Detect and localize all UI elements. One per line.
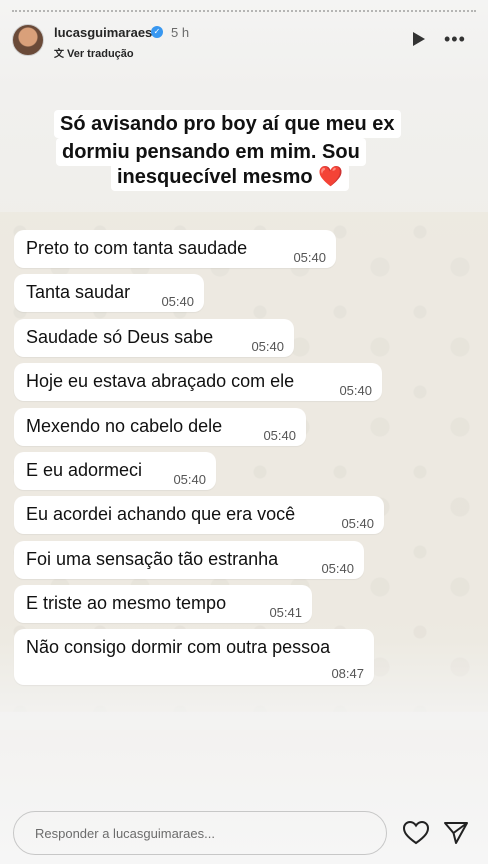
caption-line-3: inesquecível mesmo ❤️ <box>111 163 350 191</box>
message-text: Preto to com tanta saudade <box>26 238 248 258</box>
message-bubble: Não consigo dormir com outra pessoa 08:4… <box>14 629 374 685</box>
message-text: Mexendo no cabelo dele <box>26 416 223 436</box>
username[interactable]: lucasguimaraes <box>54 25 152 40</box>
translate-link[interactable]: 文 Ver tradução <box>54 45 134 60</box>
caption-line-1: Só avisando pro boy aí que meu ex <box>54 110 401 138</box>
translate-icon: 文 <box>54 49 64 60</box>
send-icon[interactable] <box>442 820 470 846</box>
caption-line-2: dormiu pensando em mim. Sou <box>56 138 366 166</box>
more-options-icon[interactable]: ••• <box>444 30 466 48</box>
message-bubble: Eu acordei achando que era você 05:40 <box>14 496 384 534</box>
message-bubble: E triste ao mesmo tempo 05:41 <box>14 585 312 623</box>
heart-icon[interactable] <box>402 820 430 846</box>
story-progress-bar <box>12 10 476 14</box>
message-bubble: Hoje eu estava abraçado com ele 05:40 <box>14 363 382 401</box>
message-time: 05:40 <box>173 472 206 487</box>
caption-line-3-text: inesquecível mesmo <box>117 166 313 188</box>
message-text: E eu adormeci <box>26 460 143 480</box>
message-time: 05:40 <box>321 561 354 576</box>
message-text: Eu acordei achando que era você <box>26 504 296 524</box>
message-text: Não consigo dormir com outra pessoa <box>26 637 331 657</box>
message-time: 05:40 <box>263 428 296 443</box>
message-bubble: Foi uma sensação tão estranha 05:40 <box>14 541 364 579</box>
message-bubble: Tanta saudar 05:40 <box>14 274 204 312</box>
message-bubble: E eu adormeci 05:40 <box>14 452 216 490</box>
story-viewer: lucasguimaraes ✓ 5 h 文 Ver tradução ••• S… <box>0 0 488 864</box>
translate-label: Ver tradução <box>67 48 134 60</box>
message-time: 05:40 <box>251 339 284 354</box>
reply-placeholder: Responder a lucasguimaraes... <box>35 826 215 841</box>
message-bubble: Preto to com tanta saudade 05:40 <box>14 230 336 268</box>
message-time: 08:47 <box>331 666 364 681</box>
reply-input[interactable]: Responder a lucasguimaraes... <box>13 811 387 855</box>
post-time: 5 h <box>171 25 190 40</box>
message-bubble: Saudade só Deus sabe 05:40 <box>14 319 294 357</box>
heart-emoji: ❤️ <box>318 166 344 188</box>
message-time: 05:40 <box>341 516 374 531</box>
message-bubble: Mexendo no cabelo dele 05:40 <box>14 408 306 446</box>
message-text: Hoje eu estava abraçado com ele <box>26 371 295 391</box>
avatar[interactable] <box>12 24 44 56</box>
message-time: 05:40 <box>293 250 326 265</box>
play-icon[interactable] <box>413 32 425 46</box>
message-time: 05:40 <box>339 383 372 398</box>
message-text: Tanta saudar <box>26 282 131 302</box>
message-time: 05:41 <box>269 605 302 620</box>
message-time: 05:40 <box>161 294 194 309</box>
message-text: E triste ao mesmo tempo <box>26 593 227 613</box>
message-text: Foi uma sensação tão estranha <box>26 549 279 569</box>
message-text: Saudade só Deus sabe <box>26 327 214 347</box>
verified-badge-icon: ✓ <box>151 26 163 38</box>
